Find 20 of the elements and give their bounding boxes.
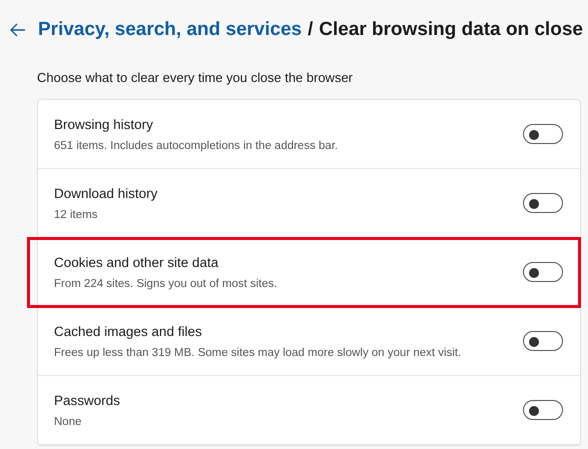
toggle-switch[interactable]: [523, 400, 563, 420]
setting-label: Cookies and other site data: [54, 254, 220, 270]
description-text: Choose what to clear every time you close the browser: [37, 70, 354, 85]
setting-label: Cached images and files: [54, 324, 203, 338]
setting-label: Browsing history: [54, 116, 154, 132]
setting-detail: None: [54, 416, 82, 428]
setting-detail: From 224 sites. Signs you out of most sites.: [54, 278, 278, 290]
page-title: Clear browsing data on close: [319, 19, 583, 41]
breadcrumb-link[interactable]: Privacy, search, and services: [38, 19, 302, 41]
setting-label: Download history: [54, 186, 159, 200]
toggle-switch[interactable]: [523, 331, 563, 351]
setting-detail: 651 items. Includes autocompletions in the address bar.: [54, 140, 339, 152]
toggle-switch[interactable]: [523, 193, 563, 213]
back-arrow-icon: [10, 23, 26, 37]
setting-detail: 12 items: [54, 208, 98, 220]
setting-label: Passwords: [54, 392, 122, 408]
setting-detail: Frees up less than 319 MB. Some sites may load more slowly on your next visit.: [54, 346, 462, 358]
breadcrumb-separator: /: [308, 19, 313, 41]
toggle-switch[interactable]: [523, 262, 563, 282]
toggle-switch[interactable]: [523, 124, 563, 144]
